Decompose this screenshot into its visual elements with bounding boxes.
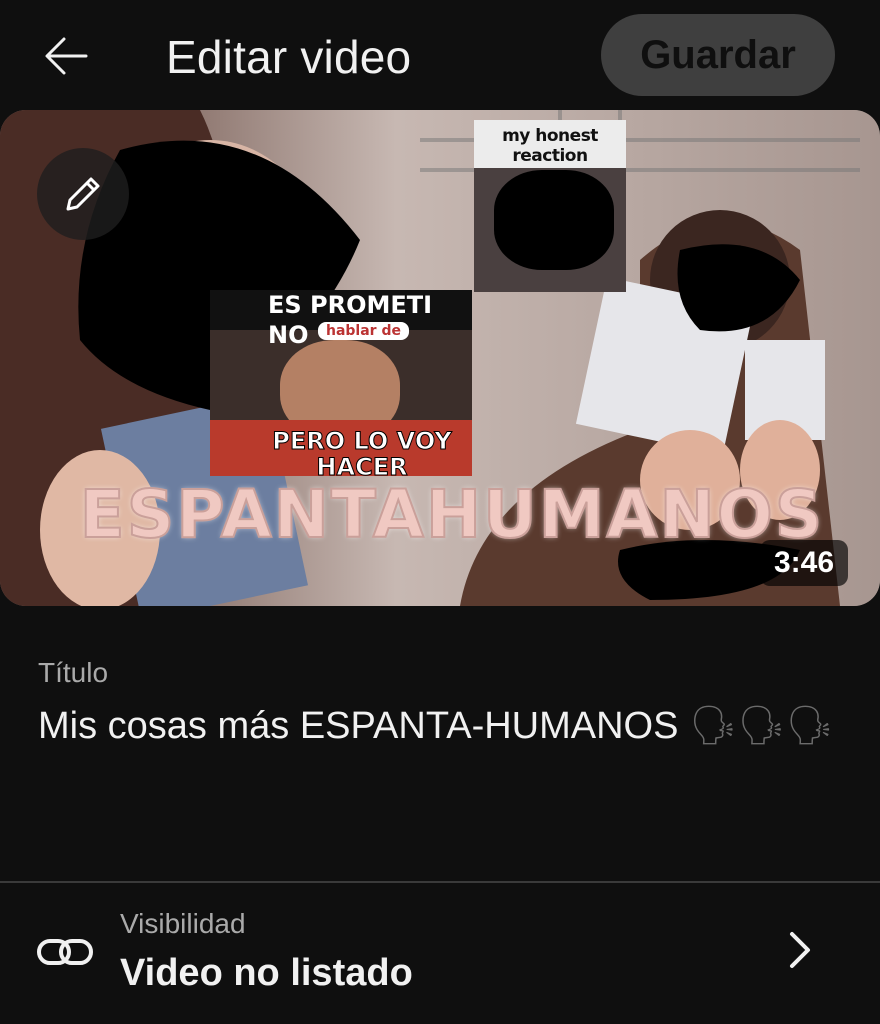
title-label: Título — [38, 657, 109, 688]
back-button[interactable] — [36, 28, 96, 84]
video-thumbnail[interactable]: my honest reaction ES PROMETI NO hablar … — [0, 110, 880, 606]
video-duration: 3:46 — [760, 540, 849, 586]
thumbnail-overlay-text: ESPANTAHUMANOS — [79, 475, 825, 554]
page-title: Editar video — [166, 31, 412, 83]
visibility-setting[interactable]: Visibilidad Video no listado — [0, 884, 880, 1024]
meme-caption: my honest reaction — [502, 126, 598, 166]
meme-caption-bottom: PERO LO VOY HACER — [272, 427, 453, 481]
save-button[interactable]: Guardar — [601, 14, 835, 96]
title-input[interactable]: Mis cosas más ESPANTA-HUMANOS 🗣🗣🗣 — [38, 700, 838, 752]
chevron-right-icon — [790, 932, 810, 968]
visibility-label: Visibilidad — [120, 908, 246, 939]
section-divider — [0, 881, 880, 883]
speaking-head-emoji: 🗣🗣🗣 — [689, 705, 834, 747]
link-icon — [37, 939, 93, 965]
visibility-value: Video no listado — [120, 952, 413, 994]
meme-caption-inline: hablar de — [318, 322, 409, 340]
arrow-left-icon — [45, 37, 88, 75]
top-app-bar: Editar video Guardar — [0, 0, 880, 110]
title-text: Mis cosas más ESPANTA-HUMANOS — [38, 705, 679, 747]
censor-scribble — [494, 170, 614, 270]
edit-thumbnail-button[interactable] — [37, 148, 129, 240]
meme-honest-reaction: my honest reaction — [474, 120, 626, 292]
pencil-icon — [66, 177, 100, 211]
